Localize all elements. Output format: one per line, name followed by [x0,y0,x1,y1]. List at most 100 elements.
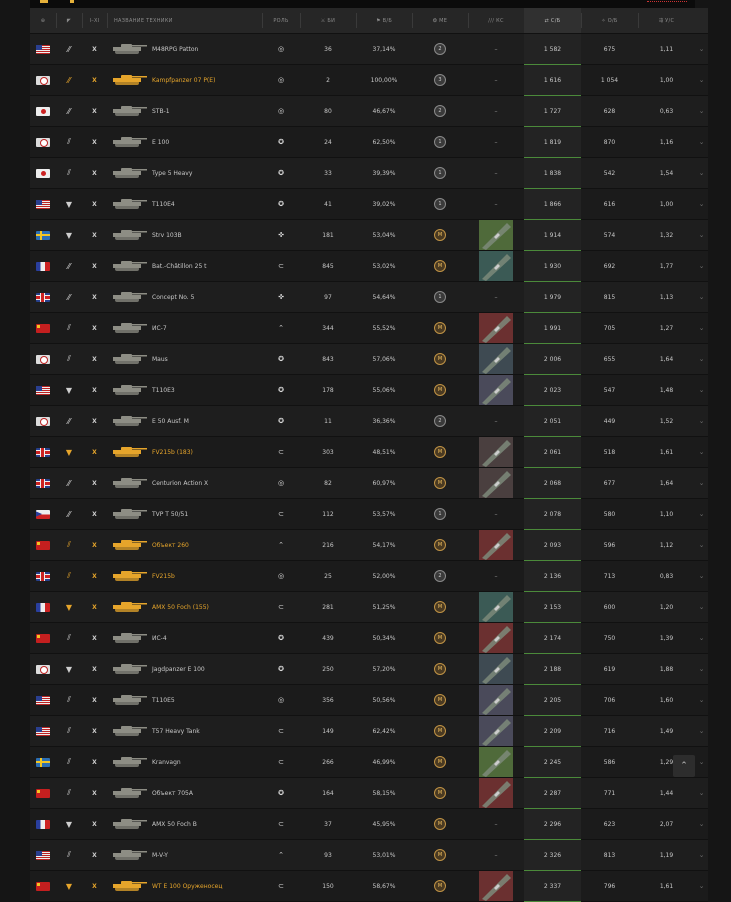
expand-button[interactable]: ⌄ [695,158,708,188]
table-row[interactable]: ⁄⁄ X Centurion Action X ◎ 82 60,97% M 2 068 677 1… [30,468,708,499]
table-row[interactable]: ⫽ X Type 5 Heavy ✪ 33 39,39% 1 – 1 838 542 1,54 ⌄ [30,158,708,189]
expand-button[interactable]: ⌄ [695,344,708,374]
col-type-header[interactable]: ◤ [56,8,82,33]
vehicle-name-cell[interactable]: FV215b (183) [152,437,262,467]
table-row[interactable]: ▼ X WT E 100 Оруженосец ⊂ 150 58,67% M 2 337 796… [30,871,708,902]
table-row[interactable]: ⁄⁄ X M48RPG Patton ◎ 36 37,14% 2 – 1 582 675 1,11 ⌄ [30,34,708,65]
table-row[interactable]: ⫽ X T110E5 ◎ 356 50,56% M 2 205 706 1,60 ⌄ [30,685,708,716]
vehicle-name-cell[interactable]: T110E5 [152,685,262,715]
vehicle-name-cell[interactable]: Объект 705А [152,778,262,808]
vehicle-name-cell[interactable]: Centurion Action X [152,468,262,498]
winrate-value: 52,00% [372,572,396,580]
table-row[interactable]: ⫽ X ИС-4 ✪ 439 50,34% M 2 174 750 1,39 ⌄ [30,623,708,654]
expand-button[interactable]: ⌄ [695,251,708,281]
expand-button[interactable]: ⌄ [695,220,708,250]
vehicle-name-cell[interactable]: Jagdpanzer E 100 [152,654,262,684]
table-row[interactable]: ⁄⁄ X E 50 Ausf. M ✪ 11 36,36% 2 – 2 051 449 1,52 ⌄ [30,406,708,437]
expand-button[interactable]: ⌄ [695,127,708,157]
table-row[interactable]: ⁄⁄ X Kampfpanzer 07 P(E) ◎ 2 100,00% 3 – 1 616 1 … [30,65,708,96]
expand-button[interactable]: ⌄ [695,747,708,777]
exp-cell: 750 [581,623,638,653]
expand-button[interactable]: ⌄ [695,34,708,64]
expand-button[interactable]: ⌄ [695,189,708,219]
expand-button[interactable]: ⌄ [695,499,708,529]
vehicle-name-cell[interactable]: T110E4 [152,189,262,219]
table-row[interactable]: ▼ X AMX 50 Foch B ⊂ 37 45,95% M – 2 296 623 2,07 ⌄ [30,809,708,840]
vehicle-name-cell[interactable]: Concept No. 5 [152,282,262,312]
table-row[interactable]: ⫽ X FV215b ◎ 25 52,00% 2 – 2 136 713 0,83 ⌄ [30,561,708,592]
table-row[interactable]: ⫽ X Объект 260 ⌃ 216 54,17% M 2 093 596 1,12 ⌄ [30,530,708,561]
col-name-header[interactable]: НАЗВАНИЕ ТЕХНИКИ [114,8,264,33]
col-tier-header[interactable]: I–XI [82,8,107,33]
vehicle-name-cell[interactable]: AMX 50 Foch B [152,809,262,839]
expand-button[interactable]: ⌄ [695,778,708,808]
expand-button[interactable]: ⌄ [695,561,708,591]
col-kd-header[interactable]: ⇶ У/С [638,8,695,33]
vehicle-name-cell[interactable]: Type 5 Heavy [152,158,262,188]
table-row[interactable]: ▼ X AMX 50 Foch (155) ⊂ 281 51,25% M 2 153 600 1,… [30,592,708,623]
table-row[interactable]: ⫽ X Kranvagn ⊂ 266 46,99% M 2 245 586 1,29 ⌄ [30,747,708,778]
table-row[interactable]: ⫽ X Объект 705А ✪ 164 58,15% M 2 287 771 1,44 ⌄ [30,778,708,809]
vehicle-name-cell[interactable]: E 100 [152,127,262,157]
expand-button[interactable]: ⌄ [695,871,708,901]
table-row[interactable]: ⁄⁄ X Bat.-Châtillon 25 t ⊂ 845 53,02% M 1 930 69… [30,251,708,282]
table-row[interactable]: ▼ X Strv 103B ✜ 181 53,04% M 1 914 574 1,32 ⌄ [30,220,708,251]
table-row[interactable]: ▼ X Jagdpanzer E 100 ✪ 250 57,20% M 2 188 619 1,8… [30,654,708,685]
vehicle-name-cell[interactable]: Kranvagn [152,747,262,777]
table-row[interactable]: ⫽ X ИС-7 ⌃ 344 55,52% M 1 991 705 1,27 ⌄ [30,313,708,344]
col-camo-header[interactable]: /// КС [468,8,524,33]
vehicle-name-cell[interactable]: T57 Heavy Tank [152,716,262,746]
table-row[interactable]: ▼ X T110E4 ✪ 41 39,02% 1 – 1 866 616 1,00 ⌄ [30,189,708,220]
col-mastery-header[interactable]: ❂ МЕ [412,8,468,33]
expand-button[interactable]: ⌄ [695,282,708,312]
col-winrate-header[interactable]: ⚑ В/Б [356,8,412,33]
vehicle-name-cell[interactable]: Kampfpanzer 07 P(E) [152,65,262,95]
vehicle-name-cell[interactable]: Strv 103B [152,220,262,250]
expand-button[interactable]: ⌄ [695,96,708,126]
table-row[interactable]: ⁄⁄ X Concept No. 5 ✜ 97 54,64% 1 – 1 979 815 1,13 ⌄ [30,282,708,313]
col-role-header[interactable]: РОЛЬ [262,8,300,33]
expand-button[interactable]: ⌄ [695,592,708,622]
table-row[interactable]: ▼ X T110E3 ✪ 178 55,06% M 2 023 547 1,48 ⌄ [30,375,708,406]
vehicle-name-cell[interactable]: STB-1 [152,96,262,126]
expand-button[interactable]: ⌄ [695,437,708,467]
expand-button[interactable]: ⌄ [695,623,708,653]
col-nation-header[interactable]: ⊕ [30,8,56,33]
scroll-to-top-button[interactable]: ⌃ [673,755,695,777]
vehicle-name-cell[interactable]: T110E3 [152,375,262,405]
expand-button[interactable]: ⌄ [695,809,708,839]
mastery-cell: 1 [412,499,468,529]
table-row[interactable]: ⫽ X Maus ✪ 843 57,06% M 2 006 655 1,64 ⌄ [30,344,708,375]
vehicle-name-cell[interactable]: TVP T 50/51 [152,499,262,529]
vehicle-name-cell[interactable]: AMX 50 Foch (155) [152,592,262,622]
table-row[interactable]: ⫽ X T57 Heavy Tank ⊂ 149 62,42% M 2 209 716 1,49 ⌄ [30,716,708,747]
expand-button[interactable]: ⌄ [695,406,708,436]
expand-button[interactable]: ⌄ [695,716,708,746]
expand-button[interactable]: ⌄ [695,375,708,405]
col-damage-header[interactable]: ⇄ С/Б [524,8,581,33]
table-row[interactable]: ⁄⁄ X STB-1 ◎ 80 46,67% 2 – 1 727 628 0,63 ⌄ [30,96,708,127]
table-row[interactable]: ▼ X FV215b (183) ⊂ 303 48,51% M 2 061 518 1,61 ⌄ [30,437,708,468]
col-battles-header[interactable]: ⚔ БИ [300,8,356,33]
expand-button[interactable]: ⌄ [695,65,708,95]
table-row[interactable]: ⫽ X E 100 ✪ 24 62,50% 1 – 1 819 870 1,16 ⌄ [30,127,708,158]
vehicle-name-cell[interactable]: Объект 260 [152,530,262,560]
table-row[interactable]: ⫽ X M-V-Y ⌃ 93 53,01% M – 2 326 813 1,19 ⌄ [30,840,708,871]
col-exp-header[interactable]: ✧ О/Б [581,8,638,33]
expand-button[interactable]: ⌄ [695,313,708,343]
vehicle-name-cell[interactable]: M48RPG Patton [152,34,262,64]
expand-button[interactable]: ⌄ [695,685,708,715]
vehicle-name-cell[interactable]: ИС-4 [152,623,262,653]
vehicle-name-cell[interactable]: WT E 100 Оруженосец [152,871,262,901]
expand-button[interactable]: ⌄ [695,840,708,870]
table-row[interactable]: ⁄⁄ X TVP T 50/51 ⊂ 112 53,57% 1 – 2 078 580 1,10 ⌄ [30,499,708,530]
vehicle-name-cell[interactable]: E 50 Ausf. M [152,406,262,436]
vehicle-name-cell[interactable]: Maus [152,344,262,374]
expand-button[interactable]: ⌄ [695,654,708,684]
vehicle-name-cell[interactable]: FV215b [152,561,262,591]
vehicle-name-cell[interactable]: Bat.-Châtillon 25 t [152,251,262,281]
vehicle-name-cell[interactable]: M-V-Y [152,840,262,870]
vehicle-name-cell[interactable]: ИС-7 [152,313,262,343]
expand-button[interactable]: ⌄ [695,468,708,498]
expand-button[interactable]: ⌄ [695,530,708,560]
